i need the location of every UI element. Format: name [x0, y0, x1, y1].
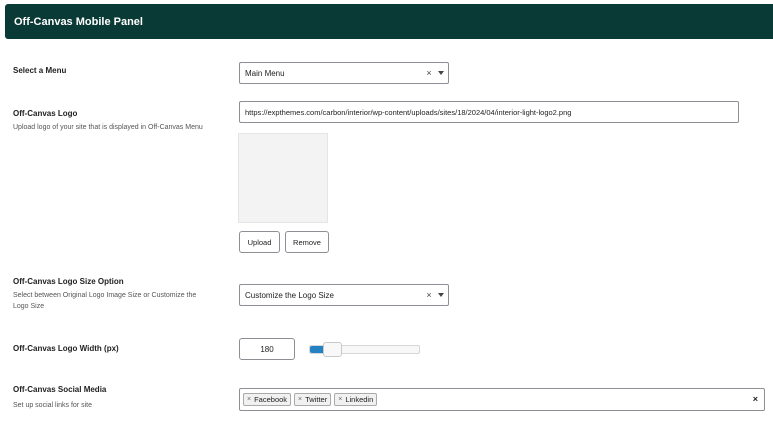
social-media-select[interactable]: × Facebook × Twitter × Linkedin × — [239, 388, 765, 411]
social-description: Set up social links for site — [13, 402, 92, 409]
menu-select-value: Main Menu — [245, 68, 285, 78]
menu-select[interactable]: Main Menu × — [239, 62, 449, 84]
logo-size-clear-icon[interactable]: × — [424, 290, 434, 300]
social-label: Off-Canvas Social Media — [13, 385, 107, 394]
menu-label: Select a Menu — [13, 66, 67, 75]
logo-url-input[interactable]: https://expthemes.com/carbon/interior/wp… — [239, 101, 739, 123]
chevron-down-icon[interactable] — [434, 63, 448, 83]
chevron-down-icon[interactable] — [434, 285, 448, 305]
tag-label: Twitter — [305, 395, 328, 404]
tag-label: Linkedin — [345, 395, 374, 404]
panel-title: Off-Canvas Mobile Panel — [14, 16, 143, 28]
logo-size-description: Select between Original Logo Image Size … — [13, 292, 197, 310]
panel-header: Off-Canvas Mobile Panel — [5, 4, 773, 39]
logo-width-input[interactable]: 180 — [239, 338, 295, 360]
social-clear-all-icon[interactable]: × — [753, 394, 758, 404]
tag-remove-icon[interactable]: × — [247, 396, 251, 403]
tag-label: Facebook — [254, 395, 288, 404]
menu-clear-icon[interactable]: × — [424, 68, 434, 78]
logo-size-select-value: Customize the Logo Size — [245, 290, 334, 300]
logo-size-select[interactable]: Customize the Logo Size × — [239, 284, 449, 306]
tag-remove-icon[interactable]: × — [298, 396, 302, 403]
remove-button-label: Remove — [293, 237, 321, 247]
logo-description: Upload logo of your site that is display… — [13, 124, 203, 131]
tag-remove-icon[interactable]: × — [338, 396, 342, 403]
upload-button[interactable]: Upload — [239, 231, 280, 253]
social-tag-twitter: × Twitter — [294, 393, 332, 406]
social-tag-facebook: × Facebook — [243, 393, 292, 406]
logo-label: Off-Canvas Logo — [13, 109, 78, 118]
logo-preview-image — [238, 133, 328, 223]
logo-size-label: Off-Canvas Logo Size Option — [13, 277, 124, 286]
logo-width-label: Off-Canvas Logo Width (px) — [13, 344, 119, 353]
social-tag-linkedin: × Linkedin — [334, 393, 378, 406]
logo-width-value: 180 — [260, 344, 274, 354]
upload-button-label: Upload — [247, 237, 272, 247]
logo-width-slider-handle[interactable] — [323, 342, 342, 357]
logo-url-value: https://expthemes.com/carbon/interior/wp… — [245, 107, 572, 117]
remove-button[interactable]: Remove — [285, 231, 329, 253]
